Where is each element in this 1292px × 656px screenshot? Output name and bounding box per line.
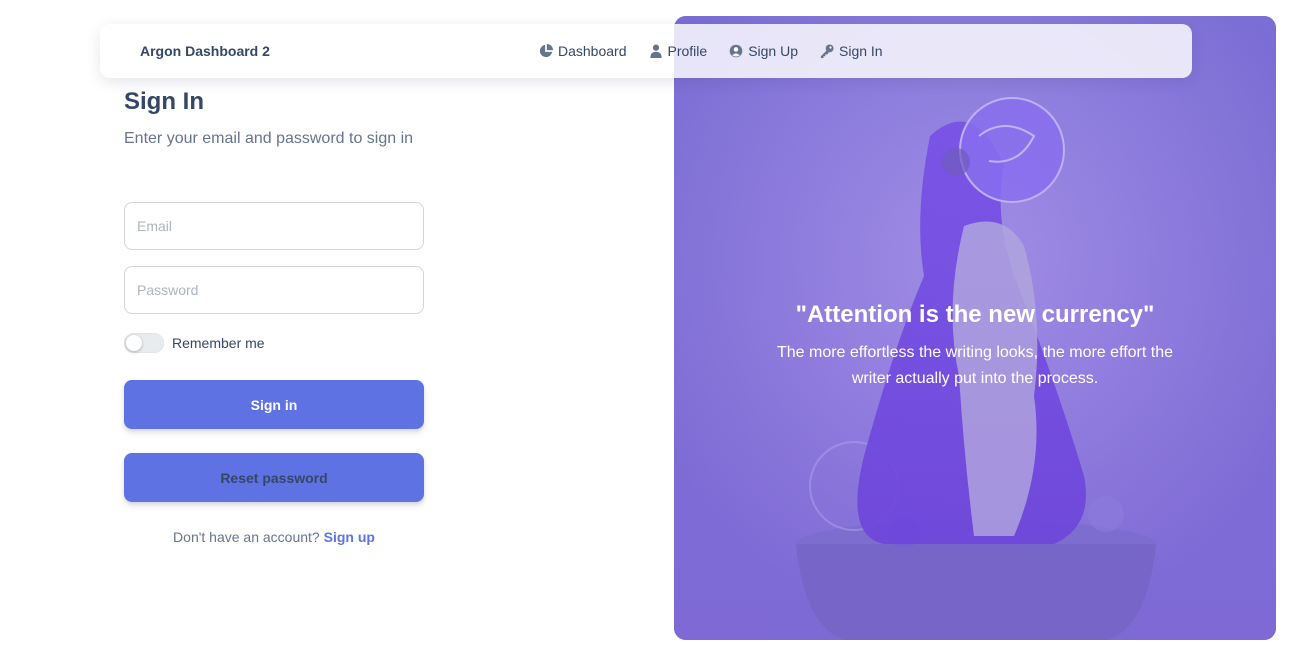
hero-subtitle: The more effortless the writing looks, t…	[776, 344, 1174, 387]
email-field[interactable]	[124, 202, 424, 250]
signup-prompt: Don't have an account? Sign up	[124, 527, 424, 547]
hero-panel: "Attention is the new currency" The more…	[674, 16, 1276, 640]
nav-link-label: Sign In	[839, 43, 883, 59]
nav-link-profile[interactable]: Profile	[649, 42, 708, 60]
signin-subtitle: Enter your email and password to sign in	[124, 130, 414, 147]
password-field[interactable]	[124, 266, 424, 314]
no-account-text: Don't have an account?	[173, 529, 320, 545]
nav-links: Dashboard Profile Sign Up Sign In	[539, 42, 905, 60]
reset-password-button[interactable]: Reset password	[124, 453, 424, 502]
sign-in-button[interactable]: Sign in	[124, 380, 424, 429]
remember-me-row: Remember me	[124, 333, 265, 353]
user-icon	[649, 44, 662, 58]
page-title: Sign In	[124, 88, 204, 115]
toggle-knob	[126, 335, 142, 351]
nav-link-dashboard[interactable]: Dashboard	[539, 42, 627, 60]
sign-up-link[interactable]: Sign up	[324, 529, 375, 545]
pie-chart-icon	[539, 44, 553, 58]
remember-me-label[interactable]: Remember me	[172, 333, 265, 353]
hero-quote: "Attention is the new currency"	[795, 301, 1155, 328]
brand-logo-text[interactable]: Argon Dashboard 2	[140, 42, 270, 60]
nav-link-sign-in[interactable]: Sign In	[820, 42, 883, 60]
nav-link-label: Dashboard	[558, 43, 627, 59]
remember-me-toggle[interactable]	[124, 333, 164, 353]
user-circle-icon	[729, 44, 743, 58]
key-icon	[820, 44, 834, 58]
nav-link-sign-up[interactable]: Sign Up	[729, 42, 798, 60]
nav-link-label: Profile	[667, 43, 708, 59]
top-navbar: Argon Dashboard 2 Dashboard Profile Sign…	[100, 24, 1192, 78]
nav-link-label: Sign Up	[748, 43, 798, 59]
